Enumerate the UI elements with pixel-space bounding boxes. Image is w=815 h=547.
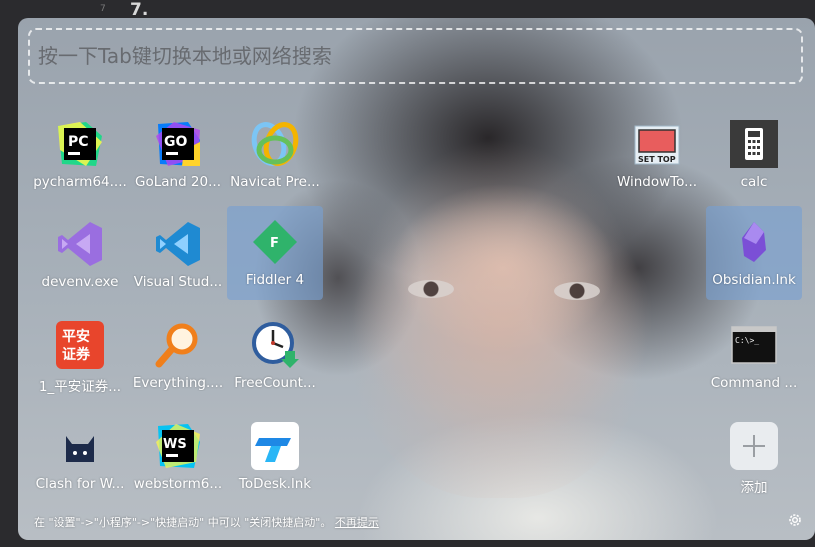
app-label: devenv.exe: [41, 274, 119, 290]
app-label: FreeCount...: [234, 375, 316, 391]
svg-text:平安: 平安: [62, 328, 90, 345]
app-label: webstorm6...: [133, 476, 223, 492]
fiddler-icon: F: [251, 218, 299, 266]
windowtop-icon: SET TOP: [633, 120, 681, 168]
svg-text:WS: WS: [163, 437, 187, 452]
editor-background: 7 7.: [0, 0, 815, 20]
app-tile-command-prompt[interactable]: C:\>_ Command ...: [706, 309, 802, 403]
plus-icon: [730, 422, 778, 470]
webstorm-icon: WS: [154, 422, 202, 470]
app-tile-clash[interactable]: Clash for W...: [32, 410, 128, 504]
app-label: Everything....: [132, 375, 224, 391]
vscode-icon: [154, 220, 202, 268]
app-tile-todesk[interactable]: ToDesk.lnk: [227, 410, 323, 504]
app-label: Obsidian.lnk: [712, 272, 796, 288]
app-label: Command ...: [710, 375, 798, 391]
svg-text:SET TOP: SET TOP: [638, 155, 676, 164]
quick-launcher-panel: PC pycharm64.... GO GoLand 20...: [18, 18, 815, 540]
terminal-icon: C:\>_: [730, 321, 778, 369]
goland-icon: GO: [154, 120, 202, 168]
app-label: GoLand 20...: [135, 174, 221, 190]
navicat-icon: [251, 120, 299, 168]
svg-text:证券: 证券: [62, 346, 91, 363]
footer-tip-text: 在 "设置"->"小程序"->"快捷启动" 中可以 "关闭快捷启动"。: [34, 516, 332, 529]
app-tile-freecount[interactable]: FreeCount...: [227, 309, 323, 403]
footer-tip: 在 "设置"->"小程序"->"快捷启动" 中可以 "关闭快捷启动"。 不再提示: [34, 514, 379, 530]
svg-text:GO: GO: [164, 134, 187, 150]
app-tile-vscode[interactable]: Visual Stud...: [130, 208, 226, 302]
everything-search-icon: [154, 321, 202, 369]
background-photo-detail: [554, 282, 600, 300]
app-label: WindowTo...: [616, 174, 698, 190]
app-tile-obsidian[interactable]: Obsidian.lnk: [706, 206, 802, 300]
app-tile-webstorm[interactable]: WS webstorm6...: [130, 410, 226, 504]
pycharm-icon: PC: [56, 120, 104, 168]
app-label: ToDesk.lnk: [238, 476, 312, 492]
app-tile-calc[interactable]: calc: [706, 108, 802, 202]
add-label: 添加: [740, 480, 768, 496]
app-tile-fiddler[interactable]: F Fiddler 4: [227, 206, 323, 300]
svg-text:C:\>_: C:\>_: [735, 336, 759, 345]
app-label: Navicat Pre...: [230, 174, 320, 190]
search-input[interactable]: [30, 30, 801, 82]
background-photo-detail: [408, 280, 454, 298]
clash-cat-icon: [56, 422, 104, 470]
app-label: calc: [740, 174, 768, 190]
app-tile-navicat[interactable]: Navicat Pre...: [227, 108, 323, 202]
obsidian-icon: [730, 218, 778, 266]
app-label: Clash for W...: [35, 476, 125, 492]
add-shortcut-button[interactable]: 添加: [706, 410, 802, 504]
line-number: 7: [100, 4, 106, 14]
app-tile-devenv[interactable]: devenv.exe: [32, 208, 128, 302]
calculator-icon: [730, 120, 778, 168]
svg-text:PC: PC: [68, 134, 89, 150]
svg-text:F: F: [270, 236, 279, 251]
app-tile-everything[interactable]: Everything....: [130, 309, 226, 403]
todesk-icon: [251, 422, 299, 470]
app-label: 1_平安证券...: [38, 379, 122, 395]
clock-icon: [251, 321, 299, 369]
editor-heading: 7.: [130, 0, 149, 20]
app-label: Fiddler 4: [245, 272, 305, 288]
pingan-securities-icon: 平安 证券: [56, 321, 104, 369]
search-box[interactable]: [28, 28, 803, 84]
dont-show-again-link[interactable]: 不再提示: [335, 516, 379, 529]
background-photo: [348, 138, 648, 498]
app-label: pycharm64....: [33, 174, 127, 190]
app-tile-pycharm[interactable]: PC pycharm64....: [32, 108, 128, 202]
app-tile-goland[interactable]: GO GoLand 20...: [130, 108, 226, 202]
visual-studio-icon: [56, 220, 104, 268]
settings-gear-icon[interactable]: [787, 512, 803, 528]
app-label: Visual Stud...: [133, 274, 223, 290]
app-tile-pingan[interactable]: 平安 证券 1_平安证券...: [32, 309, 128, 403]
app-tile-windowtop[interactable]: SET TOP WindowTo...: [609, 108, 705, 202]
